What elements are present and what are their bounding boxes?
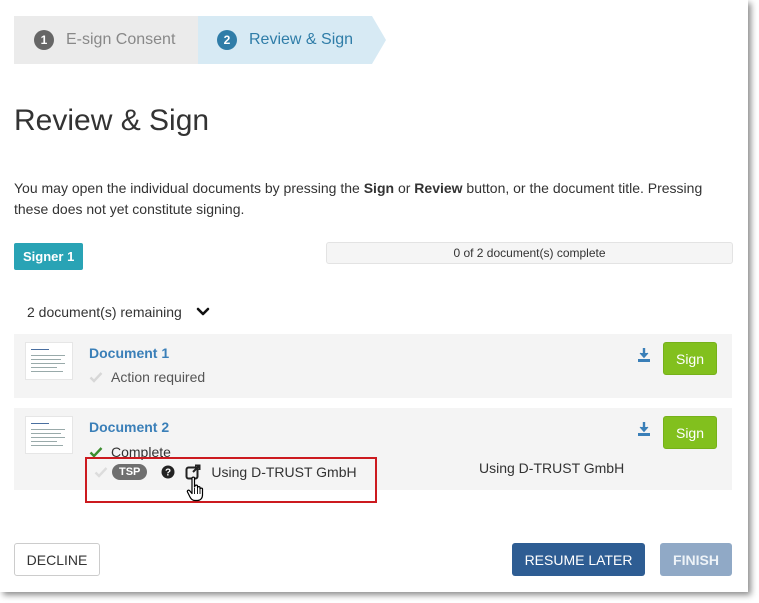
annotation-highlight-box: [85, 457, 377, 503]
step-review-sign[interactable]: 2 Review & Sign: [198, 16, 372, 64]
hand-pointer-cursor-icon: [186, 476, 204, 502]
download-icon[interactable]: [637, 347, 651, 363]
signer-badge: Signer 1: [14, 243, 84, 270]
step-number: 1: [34, 30, 54, 50]
sign-button[interactable]: Sign: [663, 416, 717, 449]
step-label: E-sign Consent: [66, 31, 176, 48]
remaining-label: 2 document(s) remaining: [27, 304, 182, 320]
document-title-link[interactable]: Document 1: [89, 345, 169, 361]
document-status: Action required: [89, 369, 205, 385]
intro-part2: or: [394, 180, 415, 196]
sign-button[interactable]: Sign: [663, 342, 717, 375]
document-thumbnail[interactable]: [25, 416, 73, 454]
check-icon: [89, 372, 103, 383]
intro-sign-word: Sign: [363, 180, 395, 196]
download-icon[interactable]: [637, 421, 651, 437]
document-thumbnail[interactable]: [25, 342, 73, 380]
review-sign-page: 1 E-sign Consent 2 Review & Sign Review …: [0, 0, 748, 592]
finish-button[interactable]: FINISH: [660, 543, 732, 576]
tsp-provider-label: Using D-TRUST GmbH: [479, 460, 625, 476]
intro-part1: You may open the individual documents by…: [14, 180, 364, 196]
intro-text: You may open the individual documents by…: [14, 178, 734, 220]
decline-button[interactable]: DECLINE: [14, 543, 100, 576]
intro-review-word: Review: [414, 180, 463, 196]
document-row: Document 1 Action required Sign: [14, 334, 732, 398]
resume-later-button[interactable]: RESUME LATER: [512, 543, 645, 576]
documents-remaining-toggle[interactable]: 2 document(s) remaining: [27, 304, 210, 320]
step-label: Review & Sign: [249, 31, 354, 48]
step-number: 2: [217, 30, 237, 50]
progress-stepper: 1 E-sign Consent 2 Review & Sign: [14, 16, 394, 64]
document-title-link[interactable]: Document 2: [89, 419, 169, 435]
document-status-text: Action required: [111, 369, 206, 385]
chevron-down-icon: [196, 307, 210, 316]
documents-progress-bar: 0 of 2 document(s) complete: [326, 242, 733, 264]
step-esign-consent[interactable]: 1 E-sign Consent: [14, 16, 198, 64]
step-arrow: [372, 16, 386, 64]
page-title: Review & Sign: [14, 104, 210, 137]
